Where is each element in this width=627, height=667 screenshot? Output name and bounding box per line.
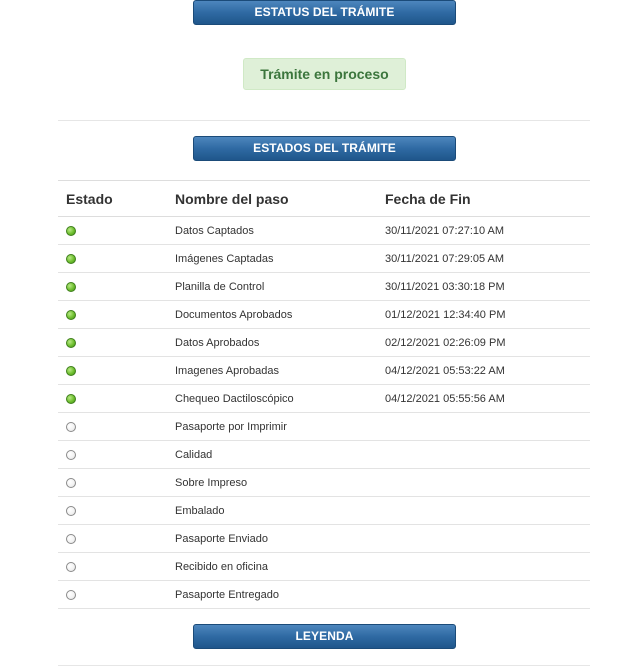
empty-circle-icon bbox=[66, 449, 76, 460]
step-name: Imagenes Aprobadas bbox=[167, 356, 377, 385]
estado-cell bbox=[58, 356, 167, 385]
step-name: Pasaporte Enviado bbox=[167, 524, 377, 553]
empty-circle-icon bbox=[66, 533, 76, 544]
table-row: Sobre Impreso bbox=[58, 468, 590, 497]
green-dot-icon bbox=[66, 225, 76, 236]
step-name: Datos Aprobados bbox=[167, 328, 377, 357]
estado-cell bbox=[58, 300, 167, 329]
divider-bottom bbox=[58, 665, 590, 666]
step-name: Recibido en oficina bbox=[167, 552, 377, 581]
table-row: Planilla de Control 30/11/2021 03:30:18 P… bbox=[58, 272, 590, 301]
green-dot-icon bbox=[66, 337, 76, 348]
green-dot-icon bbox=[66, 253, 76, 264]
estados-tramite-button[interactable]: ESTADOS DEL TRÁMITE bbox=[193, 136, 456, 161]
divider bbox=[58, 120, 590, 121]
step-date: 30/11/2021 07:27:10 AM bbox=[377, 216, 590, 245]
step-name: Planilla de Control bbox=[167, 272, 377, 301]
empty-circle-icon bbox=[66, 561, 76, 572]
estado-cell bbox=[58, 244, 167, 273]
column-header-estado: Estado bbox=[58, 180, 167, 217]
step-name: Calidad bbox=[167, 440, 377, 469]
step-name: Datos Captados bbox=[167, 216, 377, 245]
table-row: Calidad bbox=[58, 440, 590, 469]
step-name: Documentos Aprobados bbox=[167, 300, 377, 329]
step-date bbox=[377, 524, 590, 553]
table-row: Datos Captados 30/11/2021 07:27:10 AM bbox=[58, 216, 590, 245]
empty-circle-icon bbox=[66, 589, 76, 600]
table-row: Pasaporte Enviado bbox=[58, 524, 590, 553]
empty-circle-icon bbox=[66, 477, 76, 488]
step-date: 04/12/2021 05:53:22 AM bbox=[377, 356, 590, 385]
steps-table-body: Datos Captados 30/11/2021 07:27:10 AM Imág… bbox=[58, 216, 590, 609]
green-dot-icon bbox=[66, 393, 76, 404]
green-dot-icon bbox=[66, 365, 76, 376]
estado-cell bbox=[58, 328, 167, 357]
table-row: Chequeo Dactiloscópico 04/12/2021 05:55:5… bbox=[58, 384, 590, 413]
step-name: Chequeo Dactiloscópico bbox=[167, 384, 377, 413]
column-header-fecha: Fecha de Fin bbox=[377, 180, 590, 217]
step-date bbox=[377, 440, 590, 469]
estado-cell bbox=[58, 468, 167, 497]
step-date: 30/11/2021 03:30:18 PM bbox=[377, 272, 590, 301]
estado-cell bbox=[58, 440, 167, 469]
step-date: 02/12/2021 02:26:09 PM bbox=[377, 328, 590, 357]
table-row: Imágenes Captadas 30/11/2021 07:29:05 AM bbox=[58, 244, 590, 273]
step-date bbox=[377, 552, 590, 581]
estado-cell bbox=[58, 552, 167, 581]
table-row: Imagenes Aprobadas 04/12/2021 05:53:22 AM bbox=[58, 356, 590, 385]
step-date: 30/11/2021 07:29:05 AM bbox=[377, 244, 590, 273]
estado-cell bbox=[58, 384, 167, 413]
step-name: Embalado bbox=[167, 496, 377, 525]
step-date: 04/12/2021 05:55:56 AM bbox=[377, 384, 590, 413]
table-row: Pasaporte por Imprimir bbox=[58, 412, 590, 441]
leyenda-button[interactable]: LEYENDA bbox=[193, 624, 456, 649]
column-header-nombre: Nombre del paso bbox=[167, 180, 377, 217]
table-row: Recibido en oficina bbox=[58, 552, 590, 581]
step-name: Sobre Impreso bbox=[167, 468, 377, 497]
green-dot-icon bbox=[66, 309, 76, 320]
estado-cell bbox=[58, 216, 167, 245]
step-date: 01/12/2021 12:34:40 PM bbox=[377, 300, 590, 329]
step-name: Pasaporte Entregado bbox=[167, 580, 377, 609]
status-badge: Trámite en proceso bbox=[243, 58, 406, 90]
estado-cell bbox=[58, 524, 167, 553]
steps-table: Estado Nombre del paso Fecha de Fin Dato… bbox=[58, 180, 590, 609]
estado-cell bbox=[58, 496, 167, 525]
step-date bbox=[377, 468, 590, 497]
empty-circle-icon bbox=[66, 505, 76, 516]
table-header-row: Estado Nombre del paso Fecha de Fin bbox=[58, 180, 590, 217]
step-date bbox=[377, 580, 590, 609]
empty-circle-icon bbox=[66, 421, 76, 432]
tramite-status-page: ESTATUS DEL TRÁMITE Trámite en proceso E… bbox=[0, 0, 627, 667]
table-row: Pasaporte Entregado bbox=[58, 580, 590, 609]
table-row: Embalado bbox=[58, 496, 590, 525]
step-date bbox=[377, 496, 590, 525]
green-dot-icon bbox=[66, 281, 76, 292]
step-name: Imágenes Captadas bbox=[167, 244, 377, 273]
estado-cell bbox=[58, 412, 167, 441]
estado-cell bbox=[58, 272, 167, 301]
table-row: Documentos Aprobados 01/12/2021 12:34:40 … bbox=[58, 300, 590, 329]
estatus-tramite-button[interactable]: ESTATUS DEL TRÁMITE bbox=[193, 0, 456, 25]
step-date bbox=[377, 412, 590, 441]
step-name: Pasaporte por Imprimir bbox=[167, 412, 377, 441]
estado-cell bbox=[58, 580, 167, 609]
table-row: Datos Aprobados 02/12/2021 02:26:09 PM bbox=[58, 328, 590, 357]
